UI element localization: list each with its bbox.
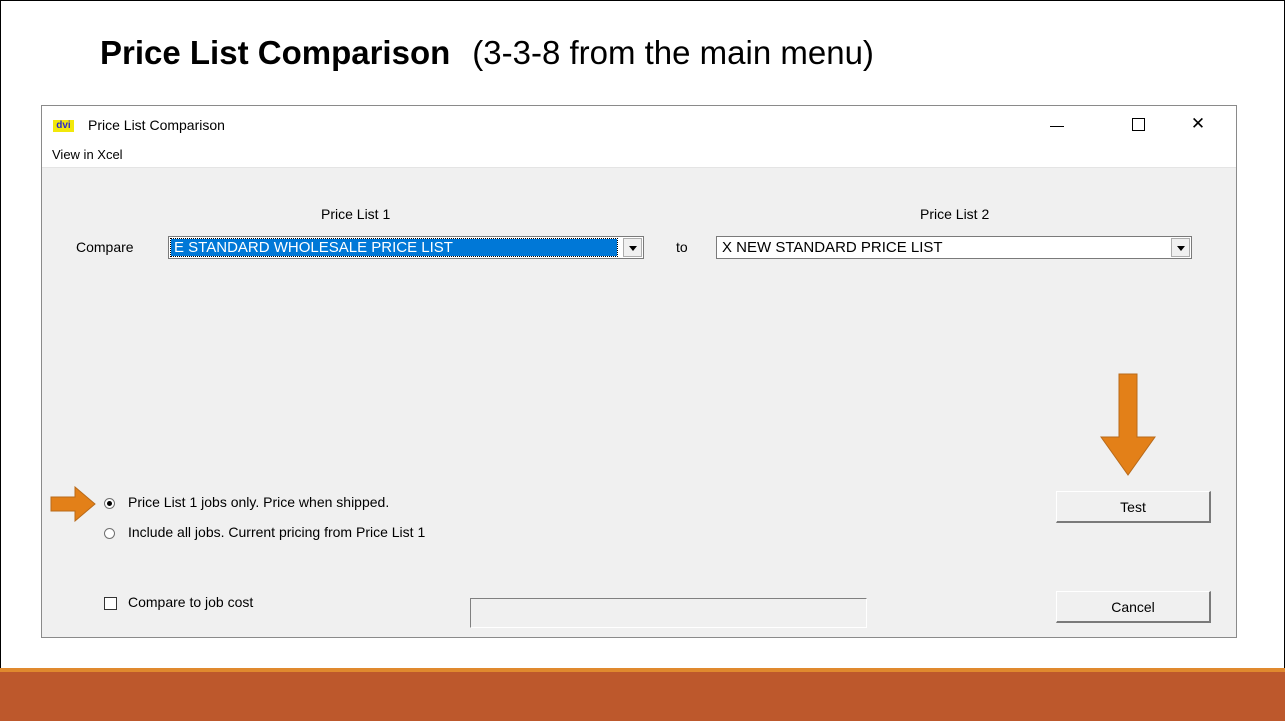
slide-title: Price List Comparison (3-3-8 from the mai… — [100, 34, 874, 72]
chevron-down-icon[interactable] — [623, 238, 642, 257]
menu-view-in-xcel[interactable]: View in Xcel — [52, 147, 123, 162]
maximize-button[interactable] — [1124, 112, 1154, 136]
arrow-right-icon — [50, 486, 96, 522]
radio-price-list-1-jobs[interactable] — [104, 498, 115, 509]
price-list-1-label: Price List 1 — [321, 206, 391, 222]
price-list-comparison-window: dvi Price List Comparison ✕ View in Xcel… — [41, 105, 1237, 638]
window-title: Price List Comparison — [88, 117, 225, 133]
minimize-button[interactable] — [1042, 112, 1072, 136]
compare-job-cost-label[interactable]: Compare to job cost — [128, 594, 253, 610]
menubar: View in Xcel — [42, 141, 1236, 168]
option-price-list-1-jobs-label[interactable]: Price List 1 jobs only. Price when shipp… — [128, 494, 389, 510]
arrow-down-icon — [1100, 373, 1156, 476]
maximize-icon — [1132, 118, 1145, 131]
price-list-1-selected-value: E STANDARD WHOLESALE PRICE LIST — [170, 238, 618, 257]
price-list-1-select[interactable]: E STANDARD WHOLESALE PRICE LIST — [168, 236, 644, 259]
price-list-2-label: Price List 2 — [920, 206, 990, 222]
price-list-2-select[interactable]: X NEW STANDARD PRICE LIST — [716, 236, 1192, 259]
close-icon: ✕ — [1190, 114, 1206, 133]
compare-label: Compare — [76, 239, 134, 255]
cancel-button[interactable]: Cancel — [1056, 591, 1211, 623]
dvi-app-icon: dvi — [53, 120, 74, 132]
minimize-icon — [1050, 126, 1064, 127]
test-button[interactable]: Test — [1056, 491, 1211, 523]
compare-job-cost-checkbox[interactable] — [104, 597, 117, 610]
option-include-all-jobs-label[interactable]: Include all jobs. Current pricing from P… — [128, 524, 425, 540]
price-list-2-selected-value: X NEW STANDARD PRICE LIST — [722, 239, 943, 256]
close-button[interactable]: ✕ — [1183, 112, 1213, 136]
bottom-accent-bar — [0, 668, 1285, 721]
radio-include-all-jobs[interactable] — [104, 528, 115, 539]
chevron-down-icon[interactable] — [1171, 238, 1190, 257]
to-label: to — [676, 239, 688, 255]
slide-title-bold: Price List Comparison — [100, 34, 451, 71]
slide-title-subtitle: (3-3-8 from the main menu) — [472, 34, 874, 71]
progress-field — [470, 598, 867, 628]
window-titlebar: dvi Price List Comparison ✕ — [42, 106, 1236, 141]
